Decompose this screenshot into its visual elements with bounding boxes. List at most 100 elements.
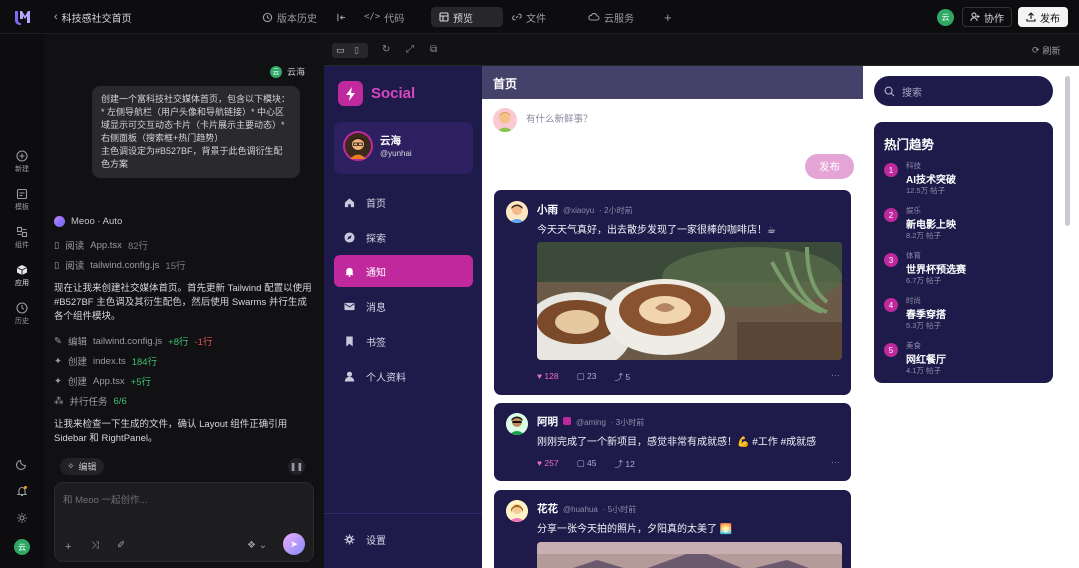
verified-badge-icon [563, 417, 571, 425]
chat-input-box[interactable]: 和 Meoo 一起创作... + ⤨ ✐ ❖ ⌄ ➤ [54, 482, 314, 562]
post-card[interactable]: 花花 @huahua · 5小时前 分享一张今天拍的照片，夕阳真的太美了 🌅 [494, 490, 851, 568]
magic-button[interactable]: ✐ [117, 540, 125, 551]
share-button[interactable]: 协作 [962, 7, 1012, 27]
sidebar-collapse-icon [337, 13, 346, 21]
social-feed: 首页 有什么新鲜事？ 发布 小雨 @xiaoyu · 2小时前 今天天气真好，出… [482, 66, 863, 568]
nav-settings[interactable]: 设置 [334, 523, 473, 555]
refresh-button[interactable]: ⟳ 刷新 [1032, 44, 1061, 57]
nav-bookmarks[interactable]: 书签 [334, 325, 473, 357]
comment-button[interactable]: ▢ 23 [577, 371, 597, 383]
more-icon[interactable]: ··· [831, 457, 840, 467]
nav-profile[interactable]: 个人资料 [334, 360, 473, 392]
trend-item[interactable]: 2 娱乐 新电影上映 8.2万 帖子 [884, 205, 1044, 245]
agent-avatar [54, 216, 65, 227]
device-toggle[interactable]: ▭ ▯ [332, 43, 368, 58]
theme-toggle[interactable] [0, 458, 44, 470]
back-to-projects[interactable]: ‹ 科技感社交首页 [54, 9, 132, 25]
post-actions: ♥ 257 ▢ 45 ⤴ 12 [537, 458, 635, 470]
nav-notifications[interactable]: 通知 [334, 255, 473, 287]
read-item-2[interactable]: ▯ 阅读 tailwind.config.js 15行 [54, 258, 186, 273]
attach-button[interactable]: + [65, 541, 71, 553]
nav-home[interactable]: 首页 [334, 186, 473, 218]
model-selector[interactable]: ❖ ⌄ [247, 540, 267, 551]
edit-item-2[interactable]: ✦ 创建 index.ts 184行 [54, 354, 157, 369]
search-box[interactable]: 搜索 [874, 76, 1053, 106]
magic-wand-icon: ✐ [117, 540, 126, 551]
shuffle-button[interactable]: ⤨ [91, 540, 99, 551]
like-button[interactable]: ♥ 257 [537, 458, 559, 470]
post-meta: 小雨 @xiaoyu · 2小时前 [537, 204, 633, 216]
sidebar-divider [324, 513, 482, 514]
user-add-icon [970, 12, 980, 22]
agent-header: Meoo · Auto [54, 216, 122, 227]
brand-logo[interactable] [338, 81, 363, 106]
notifications-button[interactable] [0, 485, 44, 497]
reload-icon[interactable]: ↻ [382, 44, 390, 55]
add-tab-button[interactable]: + [664, 9, 672, 25]
composer-publish-button[interactable]: 发布 [805, 154, 854, 179]
nav-explore[interactable]: 探索 [334, 221, 473, 253]
rail-item-history[interactable]: 历史 [0, 302, 44, 326]
model-icon: ❖ ⌄ [247, 540, 268, 551]
read-item-1[interactable]: ▯ 阅读 App.tsx 82行 [54, 238, 148, 253]
like-button[interactable]: ♥ 128 [537, 371, 559, 383]
post-meta: 花花 @huahua · 5小时前 [537, 503, 637, 515]
publish-button[interactable]: 发布 [1018, 7, 1068, 27]
comment-button[interactable]: ▢ 45 [577, 458, 597, 470]
nav-messages[interactable]: 消息 [334, 290, 473, 322]
edit-item-3[interactable]: ✦ 创建 App.tsx +5行 [54, 374, 151, 389]
user-icon [344, 371, 355, 382]
edit-item-1[interactable]: ✎ 编辑 tailwind.config.js +8行 -1行 [54, 334, 212, 349]
app-logo[interactable] [12, 7, 32, 27]
trend-item[interactable]: 5 美食 网红餐厅 4.1万 帖子 [884, 340, 1044, 380]
user-avatar[interactable]: 云 [937, 9, 954, 26]
composer-input[interactable]: 有什么新鲜事？ [526, 111, 593, 125]
scrollbar[interactable] [1065, 76, 1070, 226]
post-image-sunset[interactable] [537, 542, 842, 568]
tab-cloud[interactable]: 云服务 [580, 7, 642, 27]
share-button[interactable]: ⤴ 12 [614, 458, 634, 470]
code-icon: </> [364, 12, 381, 22]
search-input[interactable]: 搜索 [902, 84, 922, 99]
rail-item-apps[interactable]: 应用 [0, 264, 44, 288]
more-icon[interactable]: ··· [831, 370, 840, 380]
rail-avatar[interactable]: 云 [14, 539, 30, 555]
rail-item-new[interactable]: 新建 [0, 150, 44, 174]
create-icon: ✦ [54, 375, 62, 387]
chat-user-avatar: 云 [270, 65, 282, 78]
left-rail: 新建 模板 组件 应用 历史 云 [0, 34, 44, 568]
post-image-coffee[interactable] [537, 242, 842, 360]
profile-card[interactable]: 云海 @yunhai [334, 122, 473, 174]
chevron-left-icon: ‹ [54, 11, 58, 23]
share-button[interactable]: ⤴ 5 [614, 371, 630, 383]
version-history-button[interactable]: 版本历史 [262, 9, 317, 25]
pause-button[interactable]: ❚❚ [288, 458, 305, 475]
post-card[interactable]: 阿明 @aming · 3小时前 刚刚完成了一个新项目，感觉非常有成就感！💪 #… [494, 403, 851, 481]
gear-icon [344, 533, 355, 545]
pause-icon: ❚❚ [289, 462, 304, 471]
profile-avatar [343, 131, 373, 161]
trends-card: 热门趋势 1 科技 AI技术突破 12.5万 帖子 2 娱乐 新电影上映 8.2… [874, 122, 1053, 383]
settings-button[interactable] [0, 512, 44, 524]
post-avatar [506, 413, 528, 435]
tab-preview[interactable]: 预览 [431, 7, 503, 27]
rail-item-templates[interactable]: 模板 [0, 188, 44, 212]
fullscreen-icon[interactable]: ⤢ [406, 44, 414, 55]
post-text: 分享一张今天拍的照片，夕阳真的太美了 🌅 [537, 524, 733, 535]
composer-avatar [493, 108, 517, 132]
collapse-panel-button[interactable] [336, 9, 347, 25]
send-button[interactable]: ➤ [283, 533, 305, 555]
refresh-icon: ⟳ [1032, 45, 1040, 55]
tab-code[interactable]: </> 代码 [356, 7, 412, 27]
rail-item-components[interactable]: 组件 [0, 226, 44, 250]
open-external-icon[interactable]: ⧉ [430, 44, 437, 55]
tab-files[interactable]: 文件 [504, 7, 554, 27]
chat-input[interactable]: 和 Meoo 一起创作... [63, 492, 147, 506]
trend-item[interactable]: 4 时尚 春季穿搭 5.3万 帖子 [884, 295, 1044, 335]
edit-mode-chip[interactable]: ✧ 编辑 [60, 458, 104, 475]
trend-item[interactable]: 1 科技 AI技术突破 12.5万 帖子 [884, 160, 1044, 200]
trend-item[interactable]: 3 体育 世界杯预选赛 6.7万 帖子 [884, 250, 1044, 290]
post-avatar [506, 500, 528, 522]
parallel-task[interactable]: ⁂ 并行任务 6/6 [54, 394, 127, 409]
post-card[interactable]: 小雨 @xiaoyu · 2小时前 今天天气真好，出去散步发现了一家很棒的咖啡店… [494, 190, 851, 395]
